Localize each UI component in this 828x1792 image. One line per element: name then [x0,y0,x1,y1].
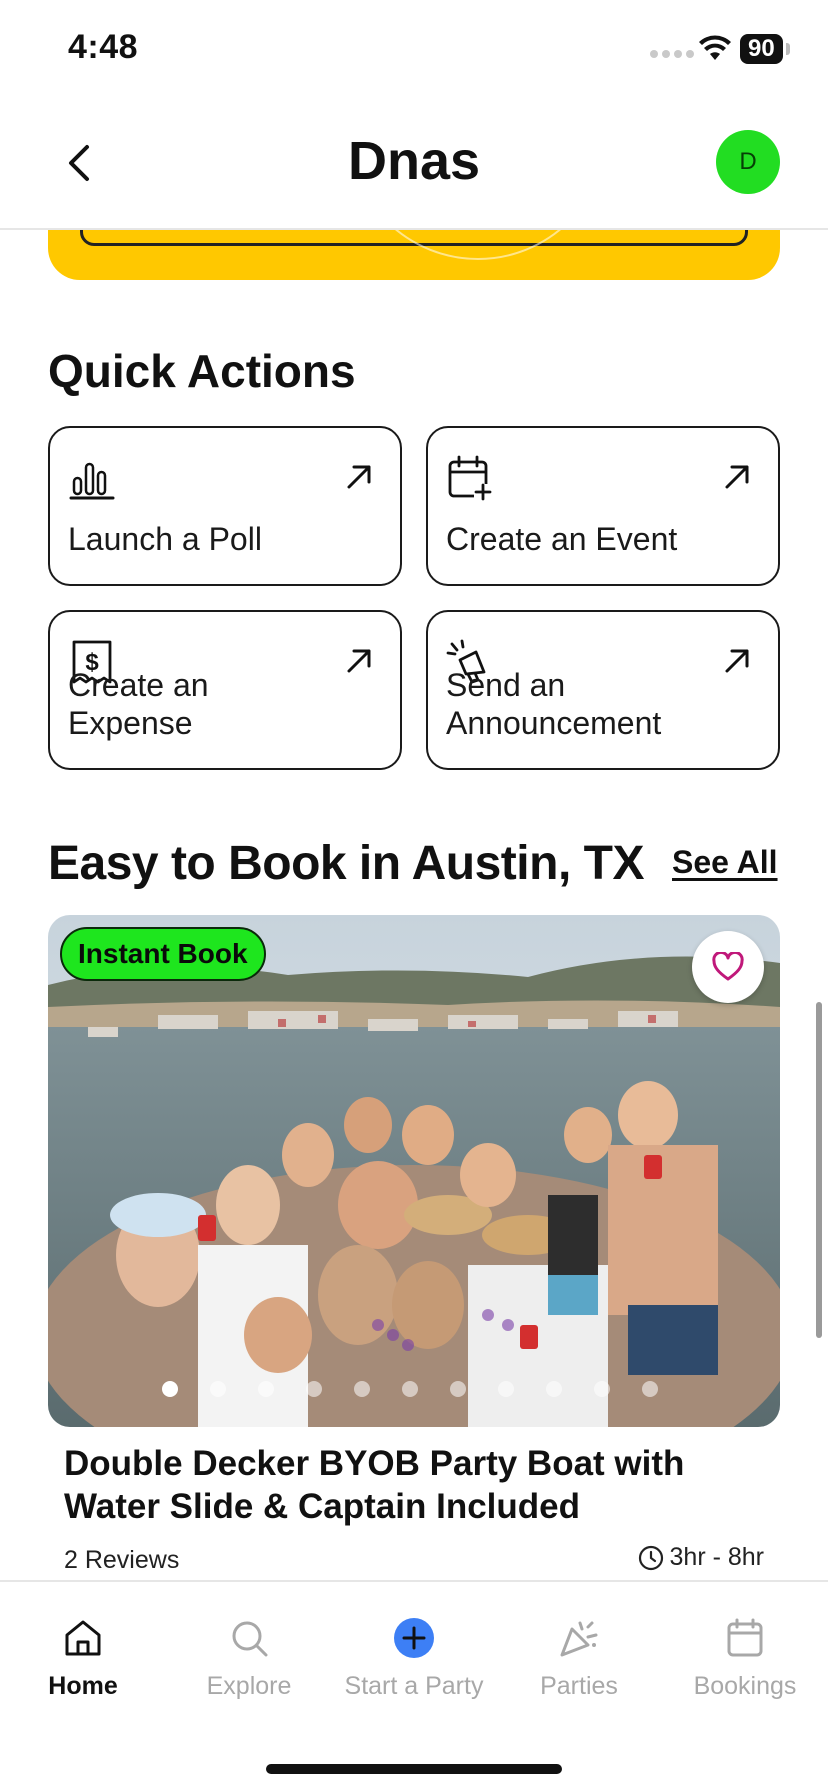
tab-start-a-party[interactable]: Start a Party [331,1614,497,1701]
calendar-icon [727,1618,763,1657]
carousel-dot[interactable] [306,1381,322,1397]
plus-circle-icon [394,1618,434,1658]
carousel-dot[interactable] [402,1381,418,1397]
battery-indicator: 90 [740,34,790,64]
carousel-dot[interactable] [546,1381,562,1397]
tab-explore[interactable]: Explore [166,1614,332,1701]
carousel-dot[interactable] [642,1381,658,1397]
tab-label: Home [48,1672,118,1700]
carousel-dot[interactable] [354,1381,370,1397]
listing-title[interactable]: Double Decker BYOB Party Boat with Water… [64,1442,724,1528]
listing-image-carousel[interactable]: Instant Book [48,915,780,1427]
tab-bookings[interactable]: Bookings [662,1614,828,1701]
tab-parties[interactable]: Parties [496,1614,662,1701]
arrow-up-right-icon [725,649,749,673]
avatar[interactable]: D [716,130,780,194]
arrow-up-right-icon [347,649,371,673]
cellular-signal-icon [650,50,694,58]
launch-poll-card[interactable]: Launch a Poll [48,426,402,586]
bottom-tab-bar: Home Explore Start a Party Parties Booki… [0,1580,828,1792]
see-all-link[interactable]: See All [672,844,778,881]
reviews-count: 2 Reviews [64,1546,180,1574]
duration-text: 3hr - 8hr [669,1543,764,1571]
quick-action-label: Create an Event [446,521,678,557]
status-bar: 4:48 90 [0,0,828,100]
home-icon [65,1620,101,1656]
quick-actions-title: Quick Actions [48,345,356,397]
tab-label: Start a Party [344,1672,484,1700]
scrollbar[interactable] [816,1002,822,1338]
tab-home[interactable]: Home [0,1614,166,1701]
carousel-dot[interactable] [498,1381,514,1397]
create-event-card[interactable]: Create an Event [426,426,780,586]
bar-chart-icon [69,462,115,500]
tab-label: Bookings [693,1672,797,1700]
top-nav-header: Dnas D [0,100,828,230]
tab-label: Parties [540,1672,618,1700]
home-indicator [266,1764,562,1774]
carousel-dot[interactable] [594,1381,610,1397]
party-popper-icon [560,1621,598,1657]
search-icon [232,1621,268,1657]
send-announcement-card[interactable]: Send an Announcement [426,610,780,770]
instant-book-badge: Instant Book [60,927,266,981]
heart-icon [712,952,744,981]
easy-to-book-title: Easy to Book in Austin, TX [48,837,644,890]
carousel-dot[interactable] [258,1381,274,1397]
arrow-up-right-icon [725,465,749,489]
calendar-plus-icon [448,455,492,501]
clock-icon [638,1545,663,1570]
arrow-up-right-icon [347,465,371,489]
favorite-button[interactable] [692,931,764,1003]
page-title: Dnas [347,131,481,191]
party-boat-photo [48,915,780,1427]
wifi-icon [699,35,731,60]
tab-label: Explore [206,1672,292,1700]
quick-action-label: Launch a Poll [68,521,262,557]
duration-info: 3hr - 8hr [638,1543,764,1572]
carousel-dot[interactable] [210,1381,226,1397]
create-expense-card[interactable]: $ Create an Expense [48,610,402,770]
status-time: 4:48 [68,28,139,66]
quick-action-label: Send an Announcement [446,667,662,741]
carousel-pagination[interactable] [48,1381,780,1397]
carousel-dot[interactable] [162,1381,178,1397]
quick-action-label: Create an Expense [68,667,209,741]
carousel-dot[interactable] [450,1381,466,1397]
